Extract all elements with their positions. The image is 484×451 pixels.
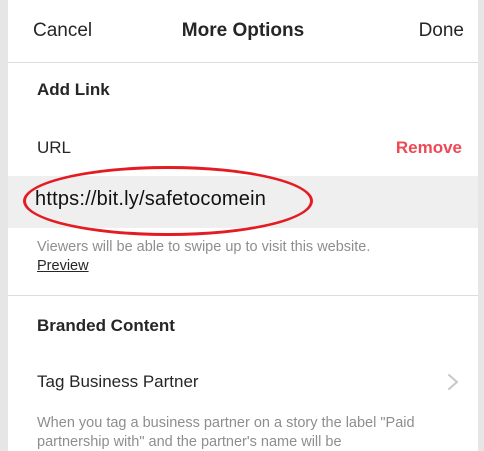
add-link-section-title: Add Link: [37, 80, 110, 99]
section-divider: [8, 295, 478, 296]
url-field-value: https://bit.ly/safetocomein: [35, 188, 267, 210]
url-label: URL: [37, 138, 72, 157]
remove-link-button[interactable]: Remove: [396, 138, 462, 158]
tag-business-partner-row[interactable]: Tag Business Partner: [37, 372, 199, 392]
done-button[interactable]: Done: [419, 20, 464, 42]
more-options-screen: Cancel More Options Done Add Link URL Re…: [8, 0, 478, 451]
link-hint-text: Viewers will be able to swipe up to visi…: [37, 238, 462, 276]
tag-partner-description: When you tag a business partner on a sto…: [37, 415, 415, 450]
branded-content-section-title: Branded Content: [37, 316, 175, 335]
page-title: More Options: [181, 20, 305, 41]
chevron-right-icon[interactable]: [446, 373, 460, 391]
preview-link[interactable]: Preview: [37, 258, 89, 274]
link-hint-message: Viewers will be able to swipe up to visi…: [37, 239, 371, 255]
navigation-bar: Cancel More Options Done: [8, 0, 478, 63]
url-field[interactable]: https://bit.ly/safetocomein: [8, 176, 478, 228]
